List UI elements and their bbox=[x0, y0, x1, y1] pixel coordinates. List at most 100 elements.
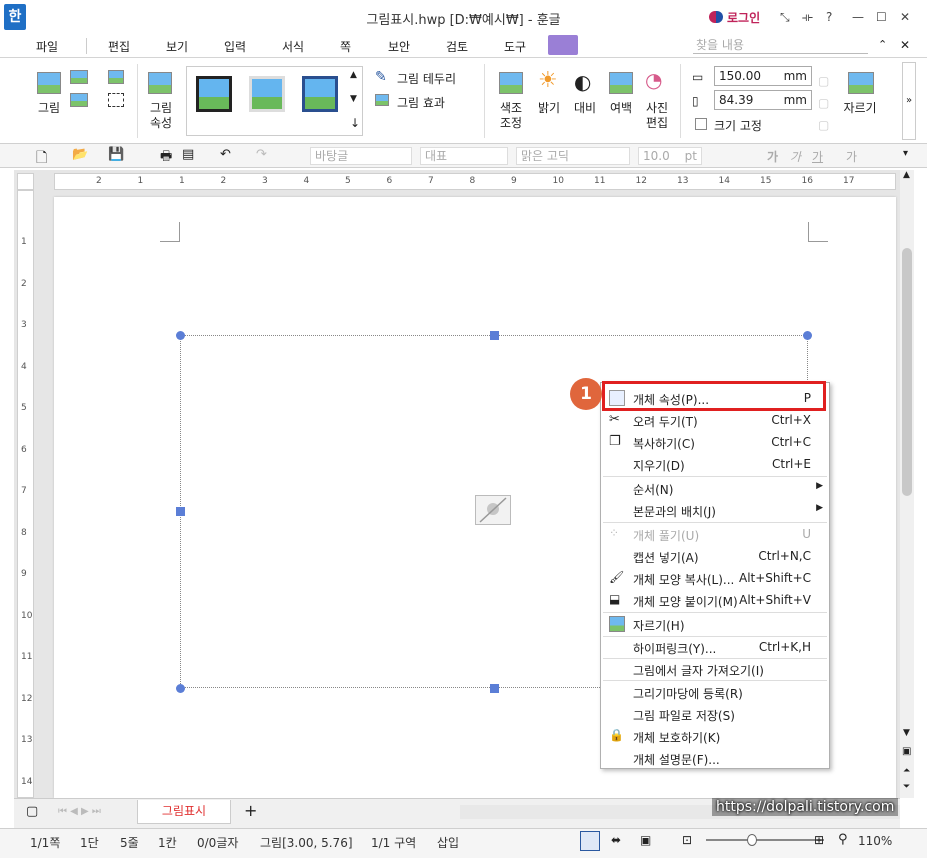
ctx-insert-caption[interactable]: 캡션 넣기(A) Ctrl+N,C bbox=[601, 545, 829, 567]
ribbon-close-icon[interactable]: ✕ bbox=[900, 38, 910, 52]
picture-menu-tab[interactable] bbox=[548, 35, 578, 55]
ctx-delete[interactable]: 지우기(D) Ctrl+E bbox=[601, 453, 829, 475]
search-input[interactable]: 찾을 내용 bbox=[693, 36, 868, 54]
first-tab-icon[interactable]: ⏮ ◀ ▶ ⏭ bbox=[58, 806, 101, 817]
new-document-icon[interactable]: 🗋 bbox=[36, 147, 47, 171]
ctx-extract-text[interactable]: 그림에서 글자 가져오기(I) bbox=[601, 658, 829, 680]
gallery-down-icon[interactable]: ▼ bbox=[350, 94, 357, 104]
font-size-combo[interactable]: 10.0 pt bbox=[638, 147, 702, 165]
page-view-icon[interactable]: ▣ bbox=[902, 746, 911, 757]
gallery-style-2[interactable] bbox=[249, 76, 285, 112]
ctx-copy-format[interactable]: 🖌 개체 모양 복사(L)... Alt+Shift+C bbox=[601, 567, 829, 589]
photo-edit-button[interactable]: 사진 편집 bbox=[642, 101, 672, 131]
ctx-copy[interactable]: ❐ 복사하기(C) Ctrl+C bbox=[601, 431, 829, 453]
zoom-in-icon[interactable]: ⊞ bbox=[814, 833, 824, 847]
login-button[interactable]: 로그인 bbox=[727, 9, 760, 26]
picture-properties-label[interactable]: 그림 속성 bbox=[142, 101, 180, 131]
menu-format[interactable]: 서식 bbox=[282, 38, 304, 55]
maximize-button[interactable]: ☐ bbox=[876, 10, 887, 24]
redo-icon[interactable]: ↷ bbox=[256, 147, 267, 162]
lock-size-checkbox[interactable] bbox=[695, 118, 707, 130]
margin-button[interactable]: 여백 bbox=[606, 101, 636, 116]
view-normal-icon[interactable] bbox=[580, 831, 600, 851]
gallery-style-1[interactable] bbox=[196, 76, 232, 112]
gallery-up-icon[interactable]: ▲ bbox=[350, 70, 357, 80]
resize-handle-top-left[interactable] bbox=[176, 331, 185, 340]
view-fit-width-icon[interactable]: ⬌ bbox=[611, 833, 621, 847]
print-icon[interactable]: 🖶 bbox=[160, 147, 172, 169]
view-page-icon[interactable]: ▣ bbox=[640, 833, 651, 847]
contrast-button[interactable]: 대비 bbox=[570, 101, 600, 116]
bold-button[interactable]: 가 bbox=[767, 148, 778, 165]
brightness-button[interactable]: 밝기 bbox=[534, 101, 564, 116]
help-icon[interactable]: ? bbox=[826, 10, 832, 24]
save-icon[interactable]: 💾 bbox=[108, 147, 124, 162]
zoom-level[interactable]: 110% bbox=[858, 834, 892, 848]
login-icon[interactable] bbox=[709, 11, 723, 23]
ctx-text-wrap[interactable]: 본문과의 배치(J) ▶ bbox=[601, 499, 829, 521]
select-area-icon[interactable] bbox=[108, 93, 124, 107]
ctx-crop[interactable]: 자르기(H) bbox=[601, 613, 829, 635]
fullscreen-icon[interactable]: ⤡ bbox=[780, 10, 790, 25]
ctx-protect-object[interactable]: 🔒 개체 보호하기(K) bbox=[601, 725, 829, 747]
style-combo[interactable]: 바탕글 bbox=[310, 147, 412, 165]
menu-page[interactable]: 쪽 bbox=[340, 38, 351, 55]
ctx-paste-format[interactable]: ⬓ 개체 모양 붙이기(M) Alt+Shift+V bbox=[601, 589, 829, 611]
add-tab-button[interactable]: + bbox=[244, 801, 257, 820]
menu-security[interactable]: 보안 bbox=[388, 38, 410, 55]
ctx-save-picture[interactable]: 그림 파일로 저장(S) bbox=[601, 703, 829, 725]
status-insert-mode[interactable]: 삽입 bbox=[437, 834, 459, 851]
italic-button[interactable]: 가 bbox=[790, 148, 801, 165]
representative-combo[interactable]: 대표 bbox=[420, 147, 508, 165]
zoom-out-icon[interactable]: ⊡ bbox=[682, 833, 692, 847]
picture-insert-icon[interactable] bbox=[70, 70, 88, 84]
ribbon-collapse-icon[interactable]: ⌃ bbox=[878, 38, 887, 51]
minimize-button[interactable]: — bbox=[852, 10, 864, 24]
next-page-icon[interactable]: ⏷ bbox=[903, 782, 910, 792]
ctx-hyperlink[interactable]: 하이퍼링크(Y)... Ctrl+K,H bbox=[601, 636, 829, 658]
crop-button[interactable]: 자르기 bbox=[840, 101, 880, 116]
ctx-register-drawing[interactable]: 그리기마당에 등록(R) bbox=[601, 681, 829, 703]
open-folder-icon[interactable]: 📂 bbox=[72, 147, 88, 162]
gallery-expand-icon[interactable]: ↓ bbox=[350, 116, 360, 130]
height-field[interactable]: 84.39 mm bbox=[714, 90, 812, 110]
menu-edit[interactable]: 편집 bbox=[108, 38, 130, 55]
menu-insert[interactable]: 입력 bbox=[224, 38, 246, 55]
magnifier-icon[interactable]: ⚲ bbox=[838, 832, 848, 847]
width-field[interactable]: 150.00 mm bbox=[714, 66, 812, 86]
split-icon[interactable]: ⟛ bbox=[802, 10, 813, 25]
ribbon-more-icon[interactable]: » bbox=[902, 62, 916, 140]
font-color-button[interactable]: 가 bbox=[846, 148, 857, 165]
ctx-order[interactable]: 순서(N) ▶ bbox=[601, 477, 829, 499]
menu-view[interactable]: 보기 bbox=[166, 38, 188, 55]
menu-tools[interactable]: 도구 bbox=[504, 38, 526, 55]
picture-border-button[interactable]: 그림 테두리 bbox=[397, 70, 456, 87]
zoom-slider-thumb[interactable] bbox=[747, 834, 757, 846]
outline-icon[interactable]: ▢ bbox=[26, 804, 38, 819]
menu-review[interactable]: 검토 bbox=[446, 38, 468, 55]
resize-handle-top-right[interactable] bbox=[803, 331, 812, 340]
scroll-up-icon[interactable]: ▲ bbox=[903, 170, 910, 180]
underline-button[interactable]: 가 bbox=[812, 148, 823, 165]
status-page[interactable]: 1/1쪽 bbox=[30, 834, 60, 851]
color-adjust-button[interactable]: 색조 조정 bbox=[494, 101, 528, 131]
resize-handle-left[interactable] bbox=[176, 507, 185, 516]
scroll-down-icon[interactable]: ▼ bbox=[903, 728, 910, 738]
picture-link-icon[interactable] bbox=[108, 70, 124, 84]
undo-icon[interactable]: ↶ bbox=[220, 147, 231, 162]
toolbar-more-icon[interactable]: ▾ bbox=[903, 148, 908, 159]
document-tab[interactable]: 그림표시 bbox=[137, 800, 231, 824]
ctx-object-description[interactable]: 개체 설명문(F)... bbox=[601, 747, 829, 769]
preview-icon[interactable]: ▤ bbox=[182, 147, 194, 162]
menu-file[interactable]: 파일 bbox=[36, 38, 58, 55]
prev-page-icon[interactable]: ⏶ bbox=[903, 766, 910, 776]
zoom-slider[interactable] bbox=[706, 839, 824, 841]
picture-effect-button[interactable]: 그림 효과 bbox=[397, 94, 445, 111]
resize-handle-top[interactable] bbox=[490, 331, 499, 340]
resize-handle-bottom[interactable] bbox=[490, 684, 499, 693]
picture-button[interactable]: 그림 bbox=[32, 101, 66, 116]
picture-replace-icon[interactable] bbox=[70, 93, 88, 107]
vertical-scroll-thumb[interactable] bbox=[902, 248, 912, 496]
ctx-cut[interactable]: ✂ 오려 두기(T) Ctrl+X bbox=[601, 409, 829, 431]
gallery-style-3[interactable] bbox=[302, 76, 338, 112]
